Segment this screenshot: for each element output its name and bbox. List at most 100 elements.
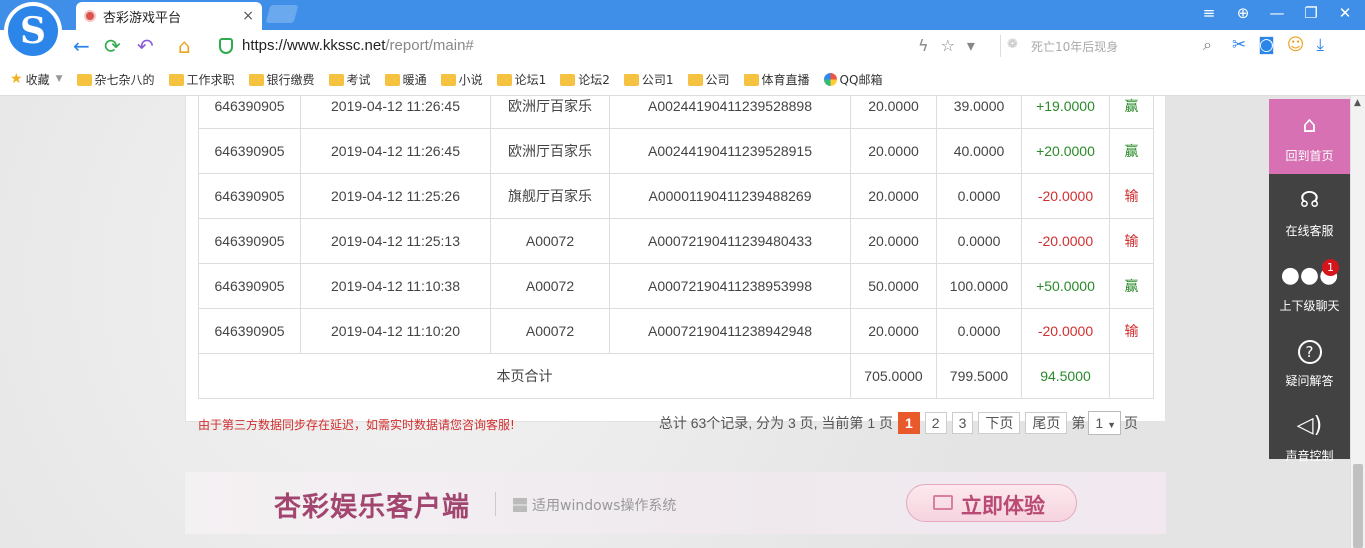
page-viewport: 646390905 2019-04-12 11:26:45 欧洲厅百家乐 A00244… <box>0 96 1350 548</box>
last-page-button[interactable]: 尾页 <box>1025 412 1068 434</box>
record-payout: 39.0000 <box>936 96 1022 129</box>
bookmark-folder[interactable]: 体育直播 <box>743 71 810 88</box>
restore-icon[interactable]: ❐ <box>1301 4 1321 22</box>
screenshot-icon[interactable]: ◙ <box>1258 35 1275 55</box>
lightning-icon[interactable]: ϟ <box>918 36 929 55</box>
site-favicon-icon <box>84 10 96 22</box>
record-order-no: A00072190411238942948 <box>609 308 851 354</box>
record-user-id: 646390905 <box>198 96 301 129</box>
bookmark-folder[interactable]: 银行缴费 <box>248 71 315 88</box>
try-now-button[interactable]: 立即体验 <box>906 484 1077 522</box>
record-winloss: -20.0000 <box>1021 218 1110 264</box>
bookmark-folder[interactable]: 公司1 <box>623 71 674 88</box>
faq-button[interactable]: ? 疑问解答 <box>1269 324 1350 399</box>
chevron-down-icon[interactable]: ▾ <box>967 36 975 55</box>
download-icon[interactable]: ⤓ <box>1316 35 1324 55</box>
skin-icon[interactable]: ⊕ <box>1233 4 1253 22</box>
sync-delay-notice: 由于第三方数据同步存在延迟，如需实时数据请您咨询客服! <box>198 418 515 432</box>
client-download-banner: 杏彩娱乐客户端 适用windows操作系统 立即体验 <box>185 472 1166 534</box>
bookmark-qq-mail[interactable]: QQ邮箱 <box>823 71 882 88</box>
record-winloss: -20.0000 <box>1021 173 1110 219</box>
page-select[interactable]: 1 ▼ <box>1088 411 1121 435</box>
bookmark-folder[interactable]: 工作求职 <box>168 71 235 88</box>
refresh-icon[interactable]: ⟳ <box>104 35 121 57</box>
search-icon[interactable]: ⌕ <box>1203 35 1212 55</box>
table-row: 646390905 2019-04-12 11:25:13 A00072 A00072… <box>198 218 1154 264</box>
folder-icon <box>560 74 576 86</box>
secure-shield-icon <box>219 38 233 54</box>
record-user-id: 646390905 <box>198 263 301 309</box>
record-bet-amount: 20.0000 <box>850 308 937 354</box>
emoji-icon[interactable]: ☺ <box>1287 35 1305 55</box>
record-result: 输 <box>1109 173 1154 219</box>
record-bet-amount: 20.0000 <box>850 96 937 129</box>
record-payout: 0.0000 <box>936 308 1022 354</box>
bookmark-folder[interactable]: 论坛1 <box>496 71 546 88</box>
back-icon[interactable]: ← <box>73 35 90 57</box>
page-scrollbar[interactable]: ▲ <box>1350 96 1365 548</box>
home-icon: ⌂ <box>1302 113 1317 138</box>
bookmark-folder[interactable]: 小说 <box>440 71 483 88</box>
totals-winloss: 94.5000 <box>1021 353 1110 399</box>
bookmark-folder[interactable]: 公司 <box>687 71 730 88</box>
favorite-star-icon[interactable]: ☆ <box>941 36 955 55</box>
bookmark-folder[interactable]: 论坛2 <box>560 71 610 88</box>
bookmark-favorites[interactable]: ★ 收藏 ▼ <box>10 71 63 88</box>
next-page-button[interactable]: 下页 <box>978 412 1021 434</box>
record-time: 2019-04-12 11:26:45 <box>300 128 491 174</box>
scroll-up-icon[interactable]: ▲ <box>1354 98 1361 108</box>
page-link-2[interactable]: 2 <box>924 412 947 434</box>
record-room: 欧洲厅百家乐 <box>490 128 610 174</box>
scissors-icon[interactable]: ✂ <box>1232 35 1246 55</box>
record-time: 2019-04-12 11:10:38 <box>300 263 491 309</box>
totals-payout: 799.5000 <box>936 353 1022 399</box>
scroll-thumb[interactable] <box>1353 464 1363 548</box>
url-field[interactable]: https://www.kkssc.net/report/main# <box>242 37 474 54</box>
search-input[interactable]: 死亡10年后现身 <box>1031 38 1118 55</box>
record-order-no: A00072190411239480433 <box>609 218 851 264</box>
browser-logo-icon[interactable]: S <box>4 2 62 60</box>
record-room: 旗舰厅百家乐 <box>490 173 610 219</box>
tab-close-icon[interactable]: × <box>242 8 254 24</box>
record-room: A00072 <box>490 218 610 264</box>
chat-bubble-icon: ●●● 1 <box>1280 259 1339 288</box>
headset-24-icon: ☊ <box>1299 188 1320 213</box>
minimize-icon[interactable]: — <box>1267 4 1287 22</box>
back-to-home-button[interactable]: ⌂ 回到首页 <box>1269 99 1350 174</box>
record-result: 输 <box>1109 218 1154 264</box>
record-bet-amount: 20.0000 <box>850 128 937 174</box>
address-actions: ϟ ☆ ▾ <box>918 36 975 55</box>
record-payout: 0.0000 <box>936 173 1022 219</box>
bookmark-folder[interactable]: 杂七杂八的 <box>76 71 155 88</box>
bookmark-folder[interactable]: 考试 <box>328 71 371 88</box>
goto-suffix: 页 <box>1124 415 1138 431</box>
chevron-down-icon: ▼ <box>1107 420 1116 430</box>
new-tab-button[interactable] <box>265 5 299 23</box>
record-user-id: 646390905 <box>198 128 301 174</box>
sound-control-button[interactable]: ◁) 声音控制 <box>1269 399 1350 463</box>
browser-tab[interactable]: 杏彩游戏平台 × <box>76 2 262 30</box>
record-room: A00072 <box>490 308 610 354</box>
search-box[interactable]: ❁ 死亡10年后现身 ⌕ <box>1000 35 1216 57</box>
folder-icon <box>687 74 703 86</box>
record-bet-amount: 20.0000 <box>850 218 937 264</box>
windows-icon <box>513 498 527 512</box>
pagination-summary: 总计 63个记录, 分为 3 页, 当前第 1 页 <box>658 415 893 431</box>
browser-titlebar: 杏彩游戏平台 × ≡ ⊕ — ❐ ✕ <box>0 0 1365 30</box>
superior-chat-button[interactable]: ●●● 1 上下级聊天 <box>1269 249 1350 324</box>
page-link-1[interactable]: 1 <box>898 412 920 434</box>
floating-toolbar: ⌂ 回到首页 ☊ 在线客服 ●●● 1 上下级聊天 ? 疑问解答 ◁) 声音控制 <box>1269 99 1350 463</box>
menu-icon[interactable]: ≡ <box>1199 4 1219 22</box>
online-service-button[interactable]: ☊ 在线客服 <box>1269 174 1350 249</box>
page-link-3[interactable]: 3 <box>951 412 974 434</box>
bookmark-folder[interactable]: 暖通 <box>384 71 427 88</box>
table-row: 646390905 2019-04-12 11:26:45 欧洲厅百家乐 A00244… <box>198 128 1154 174</box>
folder-icon <box>743 74 759 86</box>
home-page-icon[interactable]: ⌂ <box>178 35 191 57</box>
record-result: 赢 <box>1109 96 1154 129</box>
record-bet-amount: 50.0000 <box>850 263 937 309</box>
folder-icon <box>496 74 512 86</box>
close-window-icon[interactable]: ✕ <box>1335 4 1355 22</box>
undo-icon[interactable]: ↶ <box>137 35 154 57</box>
banner-title: 杏彩娱乐客户端 <box>274 492 470 523</box>
